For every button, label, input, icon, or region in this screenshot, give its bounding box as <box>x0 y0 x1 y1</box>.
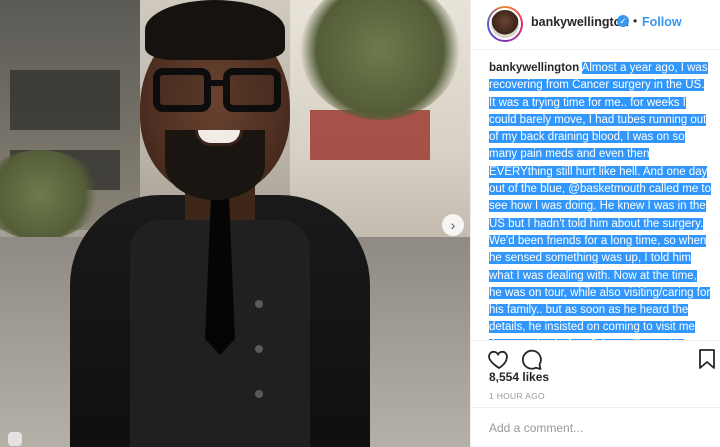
glasses-lens <box>153 68 211 112</box>
avatar-image <box>489 8 521 40</box>
comment-icon[interactable] <box>519 347 543 371</box>
bookmark-icon[interactable] <box>695 347 719 371</box>
verified-badge-icon: ✓ <box>617 15 629 27</box>
header-username[interactable]: bankywellington <box>531 15 629 29</box>
person-figure <box>60 0 380 447</box>
comment-input[interactable] <box>489 421 704 435</box>
avatar[interactable] <box>487 6 523 42</box>
vest-button <box>255 300 263 308</box>
chevron-right-icon[interactable]: › <box>442 214 464 236</box>
glasses-lens <box>223 68 281 112</box>
glasses <box>153 68 281 112</box>
image-badge-icon <box>8 432 22 446</box>
vest-button <box>255 345 263 353</box>
caption-text: Almost a year ago, I was recovering from… <box>489 62 711 345</box>
caption-username[interactable]: bankywellington <box>489 62 579 74</box>
vest-button <box>255 390 263 398</box>
hair <box>145 0 285 60</box>
post-caption: bankywellington Almost a year ago, I was… <box>489 60 711 345</box>
heart-icon[interactable] <box>487 347 511 371</box>
header-separator: • <box>633 14 638 28</box>
post-photo[interactable]: › <box>0 0 470 447</box>
likes-count[interactable]: 8,554 likes <box>489 370 549 384</box>
follow-button[interactable]: Follow <box>642 15 682 29</box>
post-sidebar: bankywellington ✓ • Follow bankywellingt… <box>470 0 720 447</box>
comment-box <box>471 407 720 447</box>
post-header: bankywellington ✓ • Follow <box>471 0 720 50</box>
post-timestamp: 1 HOUR AGO <box>489 391 545 401</box>
